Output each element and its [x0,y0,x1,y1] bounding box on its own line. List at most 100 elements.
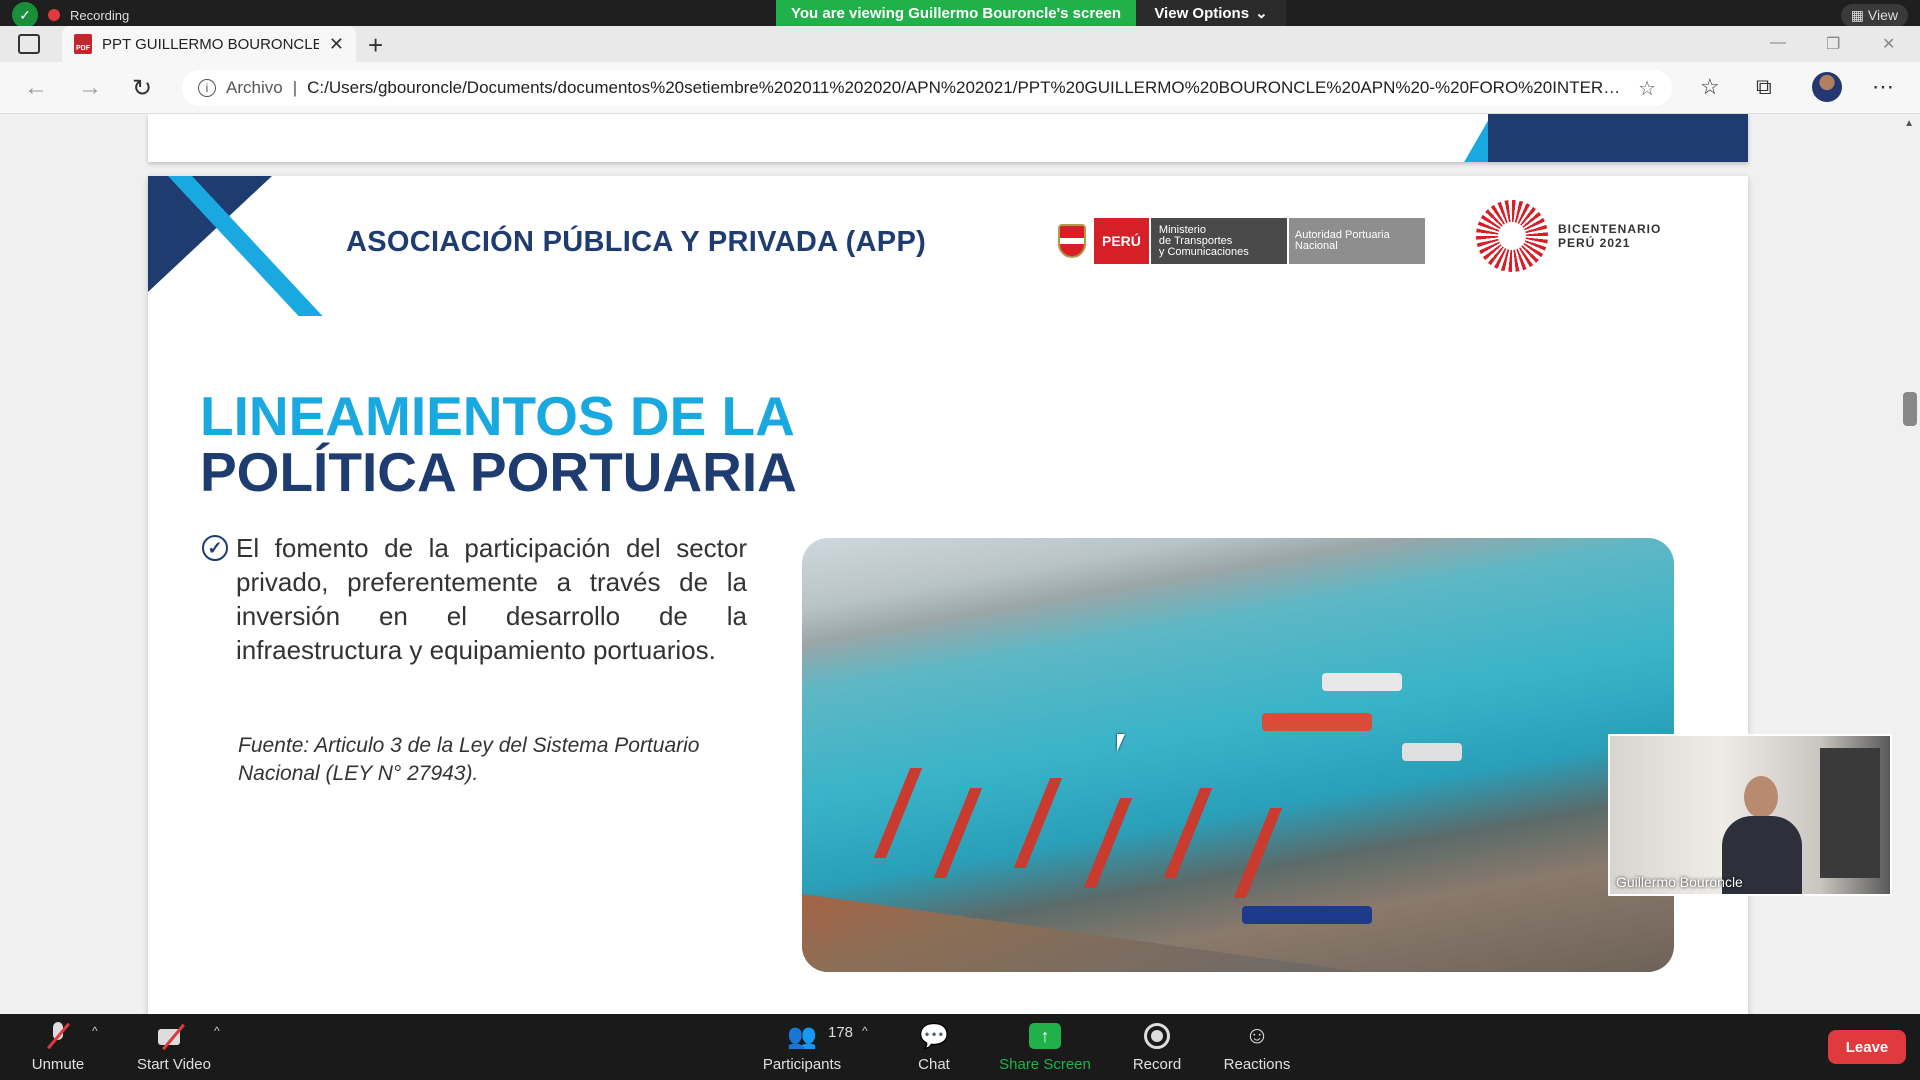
view-options-button[interactable]: View Options ⌄ [1136,0,1286,26]
record-circle-icon [1144,1023,1170,1049]
audio-options-caret-icon[interactable]: ^ [92,1024,98,1038]
ship [1242,906,1372,924]
bicentenario-text: BICENTENARIO PERÚ 2021 [1558,222,1661,250]
crane [1233,808,1283,898]
background-shelf [1820,748,1880,878]
ship [1262,713,1372,731]
address-bar-row: ← → ↻ i Archivo | C:/Users/gbouroncle/Do… [0,62,1920,114]
tab-actions-icon[interactable] [18,34,40,54]
pdf-file-icon: PDF [74,34,92,54]
leave-meeting-button[interactable]: Leave [1828,1030,1906,1064]
muted-microphone-icon [47,1022,69,1050]
security-shield-icon[interactable]: ✓ [12,2,38,28]
smiley-plus-icon: ☺ [1244,1022,1270,1049]
mouse-pointer-icon [1117,734,1125,752]
port-aerial-photo [802,538,1674,972]
source-citation: Fuente: Articulo 3 de la Ley del Sistema… [238,734,700,785]
pdf-scrollbar[interactable] [1896,114,1920,1014]
view-label: View [1867,7,1898,23]
crane [1083,798,1133,888]
bicentenario-line1: BICENTENARIO [1558,222,1662,236]
screen: ✓ Recording You are viewing Guillermo Bo… [0,0,1920,1080]
chat-button[interactable]: 💬 Chat [906,1020,962,1074]
record-button[interactable]: Record [1126,1020,1188,1073]
video-options-caret-icon[interactable]: ^ [214,1024,220,1038]
bicentenario-line2: PERÚ 2021 [1558,236,1631,250]
title-line1: LINEAMIENTOS DE LA [200,385,795,447]
slide-page: ASOCIACIÓN PÚBLICA Y PRIVADA (APP) PERÚ … [148,176,1748,1014]
share-screen-arrow-icon: ↑ [1029,1023,1061,1049]
view-button[interactable]: ▦ View [1840,4,1908,27]
coat-of-arms-icon [1054,218,1090,264]
share-screen-label: Share Screen [999,1056,1091,1073]
recording-dot-icon [48,9,60,21]
unmute-button[interactable]: Unmute [28,1020,88,1073]
mtc-line1: Ministerio [1158,223,1206,236]
peru-label: PERÚ [1094,218,1149,264]
info-icon[interactable]: i [198,79,216,97]
view-options-label: View Options [1154,4,1250,22]
url-text[interactable]: C:/Users/gbouroncle/Documents/documentos… [307,78,1628,98]
crane [1163,788,1213,878]
address-bar[interactable]: i Archivo | C:/Users/gbouroncle/Document… [182,70,1672,106]
previous-page [148,114,1748,162]
new-tab-icon[interactable]: + [368,30,383,61]
back-arrow-icon[interactable]: ← [24,74,48,102]
apn-label: Autoridad Portuaria Nacional [1288,218,1425,264]
speaker-video-thumbnail[interactable]: Guillermo Bouroncle [1608,734,1892,896]
restore-icon[interactable]: ❐ [1826,34,1840,54]
mtc-label: Ministerio de Transportes y Comunicacion… [1150,218,1287,264]
mtc-line2: de Transportes [1158,234,1233,247]
collections-icon[interactable]: ⧉ [1756,74,1772,100]
share-screen-button[interactable]: ↑ Share Screen [996,1020,1094,1073]
corner-decoration-dark [148,176,272,292]
slide-header-title: ASOCIACIÓN PÚBLICA Y PRIVADA (APP) [346,226,927,258]
grid-icon: ▦ [1850,7,1865,23]
close-tab-icon[interactable]: ✕ [329,34,344,55]
minimize-icon[interactable]: — [1770,34,1786,52]
check-circle-icon: ✓ [202,535,228,561]
bicentenario-logo: BICENTENARIO PERÚ 2021 [1476,200,1661,272]
profile-avatar[interactable] [1812,72,1842,102]
address-separator: | [292,78,298,97]
tab-strip: PDF PPT GUILLERMO BOURONCLE A ✕ + — ❐ ✕ [0,26,1920,62]
ship [1322,673,1402,691]
bullet-point: ✓ El fomento de la participación del sec… [202,531,747,667]
start-video-button[interactable]: Start Video [132,1020,216,1073]
zoom-top-bar: ✓ Recording You are viewing Guillermo Bo… [0,0,1920,28]
scrollbar-thumb[interactable] [1903,392,1917,426]
unmute-label: Unmute [31,1056,85,1073]
screen-share-banner: You are viewing Guillermo Bouroncle's sc… [776,0,1136,26]
zoom-meeting-toolbar: Unmute ^ Start Video ^ 👥 Participants 17… [0,1014,1920,1080]
recording-label: Recording [70,7,130,23]
crane [873,768,923,858]
forward-arrow-icon[interactable]: → [78,74,102,102]
reactions-button[interactable]: ☺ Reactions [1222,1020,1292,1073]
chat-label: Chat [918,1056,950,1073]
record-label: Record [1132,1056,1182,1073]
chat-bubble-icon: 💬 [919,1022,949,1050]
favorites-icon[interactable]: ☆ [1700,74,1720,100]
speaker-head [1744,776,1778,818]
mtc-line3: y Comunicaciones [1158,245,1249,258]
speaker-name-label: Guillermo Bouroncle [1616,874,1743,890]
tab-title: PPT GUILLERMO BOURONCLE A [102,35,319,53]
chevron-down-icon: ⌄ [1255,5,1268,22]
add-favorite-icon[interactable]: ☆ [1638,76,1656,101]
reload-icon[interactable]: ↻ [132,74,152,103]
government-logo: PERÚ Ministerio de Transportes y Comunic… [1054,218,1425,264]
more-menu-icon[interactable]: ⋯ [1872,74,1894,100]
bullet-text: El fomento de la participación del secto… [236,533,747,665]
participants-icon: 👥 [787,1022,817,1050]
close-window-icon[interactable]: ✕ [1882,34,1895,54]
title-line2: POLÍTICA PORTUARIA [200,441,797,503]
crane [1013,778,1063,868]
participants-options-caret-icon[interactable]: ^ [862,1024,868,1038]
browser-tab-active[interactable]: PDF PPT GUILLERMO BOURONCLE A ✕ [62,26,356,62]
participant-count-badge: 178 [828,1024,854,1041]
apn-line2: Nacional [1294,240,1338,252]
scroll-up-arrow-icon[interactable]: ▲ [1904,118,1914,129]
crane [933,788,983,878]
slide-main-title: LINEAMIENTOS DE LA POLÍTICA PORTUARIA [200,388,797,500]
bicentenario-emblem-icon [1476,200,1548,272]
